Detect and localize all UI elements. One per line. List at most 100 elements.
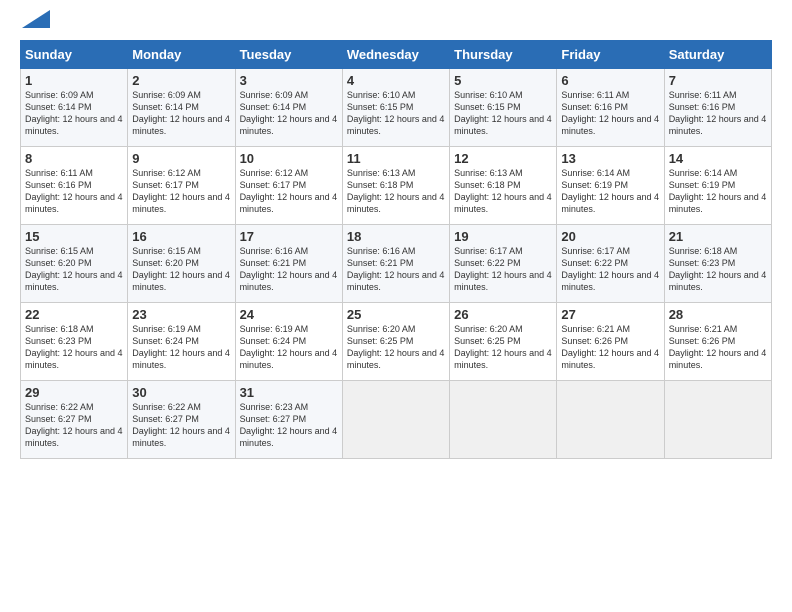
calendar-cell: 29Sunrise: 6:22 AMSunset: 6:27 PMDayligh… xyxy=(21,381,128,459)
day-number: 12 xyxy=(454,151,552,166)
cell-info: Sunrise: 6:09 AMSunset: 6:14 PMDaylight:… xyxy=(25,89,123,138)
cell-info: Sunrise: 6:09 AMSunset: 6:14 PMDaylight:… xyxy=(132,89,230,138)
cell-info: Sunrise: 6:11 AMSunset: 6:16 PMDaylight:… xyxy=(669,89,767,138)
cell-info: Sunrise: 6:11 AMSunset: 6:16 PMDaylight:… xyxy=(25,167,123,216)
calendar-week-3: 15Sunrise: 6:15 AMSunset: 6:20 PMDayligh… xyxy=(21,225,772,303)
calendar-cell: 30Sunrise: 6:22 AMSunset: 6:27 PMDayligh… xyxy=(128,381,235,459)
header-tuesday: Tuesday xyxy=(235,41,342,69)
day-number: 11 xyxy=(347,151,445,166)
header-friday: Friday xyxy=(557,41,664,69)
cell-info: Sunrise: 6:21 AMSunset: 6:26 PMDaylight:… xyxy=(669,323,767,372)
cell-info: Sunrise: 6:15 AMSunset: 6:20 PMDaylight:… xyxy=(132,245,230,294)
cell-info: Sunrise: 6:11 AMSunset: 6:16 PMDaylight:… xyxy=(561,89,659,138)
day-number: 7 xyxy=(669,73,767,88)
day-number: 21 xyxy=(669,229,767,244)
calendar-cell: 1Sunrise: 6:09 AMSunset: 6:14 PMDaylight… xyxy=(21,69,128,147)
calendar-week-1: 1Sunrise: 6:09 AMSunset: 6:14 PMDaylight… xyxy=(21,69,772,147)
calendar-cell: 8Sunrise: 6:11 AMSunset: 6:16 PMDaylight… xyxy=(21,147,128,225)
calendar-cell: 10Sunrise: 6:12 AMSunset: 6:17 PMDayligh… xyxy=(235,147,342,225)
calendar-cell: 23Sunrise: 6:19 AMSunset: 6:24 PMDayligh… xyxy=(128,303,235,381)
cell-info: Sunrise: 6:09 AMSunset: 6:14 PMDaylight:… xyxy=(240,89,338,138)
day-number: 31 xyxy=(240,385,338,400)
calendar-table: SundayMondayTuesdayWednesdayThursdayFrid… xyxy=(20,40,772,459)
calendar-cell: 18Sunrise: 6:16 AMSunset: 6:21 PMDayligh… xyxy=(342,225,449,303)
day-number: 10 xyxy=(240,151,338,166)
cell-info: Sunrise: 6:19 AMSunset: 6:24 PMDaylight:… xyxy=(240,323,338,372)
cell-info: Sunrise: 6:17 AMSunset: 6:22 PMDaylight:… xyxy=(454,245,552,294)
cell-info: Sunrise: 6:12 AMSunset: 6:17 PMDaylight:… xyxy=(240,167,338,216)
logo xyxy=(20,18,50,28)
cell-info: Sunrise: 6:15 AMSunset: 6:20 PMDaylight:… xyxy=(25,245,123,294)
cell-info: Sunrise: 6:21 AMSunset: 6:26 PMDaylight:… xyxy=(561,323,659,372)
header-monday: Monday xyxy=(128,41,235,69)
calendar-cell: 6Sunrise: 6:11 AMSunset: 6:16 PMDaylight… xyxy=(557,69,664,147)
calendar-cell: 9Sunrise: 6:12 AMSunset: 6:17 PMDaylight… xyxy=(128,147,235,225)
cell-info: Sunrise: 6:23 AMSunset: 6:27 PMDaylight:… xyxy=(240,401,338,450)
calendar-cell: 13Sunrise: 6:14 AMSunset: 6:19 PMDayligh… xyxy=(557,147,664,225)
day-number: 26 xyxy=(454,307,552,322)
day-number: 24 xyxy=(240,307,338,322)
day-number: 18 xyxy=(347,229,445,244)
page-container: SundayMondayTuesdayWednesdayThursdayFrid… xyxy=(0,0,792,469)
calendar-cell: 11Sunrise: 6:13 AMSunset: 6:18 PMDayligh… xyxy=(342,147,449,225)
calendar-cell: 12Sunrise: 6:13 AMSunset: 6:18 PMDayligh… xyxy=(450,147,557,225)
day-number: 15 xyxy=(25,229,123,244)
calendar-cell: 28Sunrise: 6:21 AMSunset: 6:26 PMDayligh… xyxy=(664,303,771,381)
header-sunday: Sunday xyxy=(21,41,128,69)
cell-info: Sunrise: 6:12 AMSunset: 6:17 PMDaylight:… xyxy=(132,167,230,216)
day-number: 25 xyxy=(347,307,445,322)
header-thursday: Thursday xyxy=(450,41,557,69)
calendar-cell: 20Sunrise: 6:17 AMSunset: 6:22 PMDayligh… xyxy=(557,225,664,303)
calendar-cell: 4Sunrise: 6:10 AMSunset: 6:15 PMDaylight… xyxy=(342,69,449,147)
cell-info: Sunrise: 6:13 AMSunset: 6:18 PMDaylight:… xyxy=(347,167,445,216)
calendar-cell: 26Sunrise: 6:20 AMSunset: 6:25 PMDayligh… xyxy=(450,303,557,381)
cell-info: Sunrise: 6:22 AMSunset: 6:27 PMDaylight:… xyxy=(25,401,123,450)
calendar-cell: 21Sunrise: 6:18 AMSunset: 6:23 PMDayligh… xyxy=(664,225,771,303)
header-saturday: Saturday xyxy=(664,41,771,69)
cell-info: Sunrise: 6:16 AMSunset: 6:21 PMDaylight:… xyxy=(240,245,338,294)
calendar-cell: 14Sunrise: 6:14 AMSunset: 6:19 PMDayligh… xyxy=(664,147,771,225)
day-number: 30 xyxy=(132,385,230,400)
calendar-cell: 15Sunrise: 6:15 AMSunset: 6:20 PMDayligh… xyxy=(21,225,128,303)
day-number: 9 xyxy=(132,151,230,166)
day-number: 17 xyxy=(240,229,338,244)
cell-info: Sunrise: 6:20 AMSunset: 6:25 PMDaylight:… xyxy=(347,323,445,372)
calendar-cell: 2Sunrise: 6:09 AMSunset: 6:14 PMDaylight… xyxy=(128,69,235,147)
day-number: 1 xyxy=(25,73,123,88)
cell-info: Sunrise: 6:10 AMSunset: 6:15 PMDaylight:… xyxy=(347,89,445,138)
calendar-week-2: 8Sunrise: 6:11 AMSunset: 6:16 PMDaylight… xyxy=(21,147,772,225)
day-number: 14 xyxy=(669,151,767,166)
calendar-cell: 16Sunrise: 6:15 AMSunset: 6:20 PMDayligh… xyxy=(128,225,235,303)
day-number: 29 xyxy=(25,385,123,400)
day-number: 3 xyxy=(240,73,338,88)
header-row: SundayMondayTuesdayWednesdayThursdayFrid… xyxy=(21,41,772,69)
day-number: 5 xyxy=(454,73,552,88)
day-number: 4 xyxy=(347,73,445,88)
calendar-week-5: 29Sunrise: 6:22 AMSunset: 6:27 PMDayligh… xyxy=(21,381,772,459)
calendar-cell: 3Sunrise: 6:09 AMSunset: 6:14 PMDaylight… xyxy=(235,69,342,147)
cell-info: Sunrise: 6:18 AMSunset: 6:23 PMDaylight:… xyxy=(25,323,123,372)
cell-info: Sunrise: 6:14 AMSunset: 6:19 PMDaylight:… xyxy=(561,167,659,216)
calendar-cell: 7Sunrise: 6:11 AMSunset: 6:16 PMDaylight… xyxy=(664,69,771,147)
day-number: 8 xyxy=(25,151,123,166)
calendar-cell: 24Sunrise: 6:19 AMSunset: 6:24 PMDayligh… xyxy=(235,303,342,381)
cell-info: Sunrise: 6:20 AMSunset: 6:25 PMDaylight:… xyxy=(454,323,552,372)
calendar-cell: 27Sunrise: 6:21 AMSunset: 6:26 PMDayligh… xyxy=(557,303,664,381)
calendar-cell xyxy=(450,381,557,459)
cell-info: Sunrise: 6:10 AMSunset: 6:15 PMDaylight:… xyxy=(454,89,552,138)
header-wednesday: Wednesday xyxy=(342,41,449,69)
cell-info: Sunrise: 6:13 AMSunset: 6:18 PMDaylight:… xyxy=(454,167,552,216)
page-header xyxy=(20,18,772,28)
calendar-cell: 22Sunrise: 6:18 AMSunset: 6:23 PMDayligh… xyxy=(21,303,128,381)
logo-icon xyxy=(22,10,50,28)
calendar-week-4: 22Sunrise: 6:18 AMSunset: 6:23 PMDayligh… xyxy=(21,303,772,381)
day-number: 28 xyxy=(669,307,767,322)
cell-info: Sunrise: 6:17 AMSunset: 6:22 PMDaylight:… xyxy=(561,245,659,294)
day-number: 6 xyxy=(561,73,659,88)
calendar-cell: 17Sunrise: 6:16 AMSunset: 6:21 PMDayligh… xyxy=(235,225,342,303)
day-number: 16 xyxy=(132,229,230,244)
calendar-cell: 25Sunrise: 6:20 AMSunset: 6:25 PMDayligh… xyxy=(342,303,449,381)
cell-info: Sunrise: 6:22 AMSunset: 6:27 PMDaylight:… xyxy=(132,401,230,450)
calendar-cell xyxy=(557,381,664,459)
day-number: 22 xyxy=(25,307,123,322)
